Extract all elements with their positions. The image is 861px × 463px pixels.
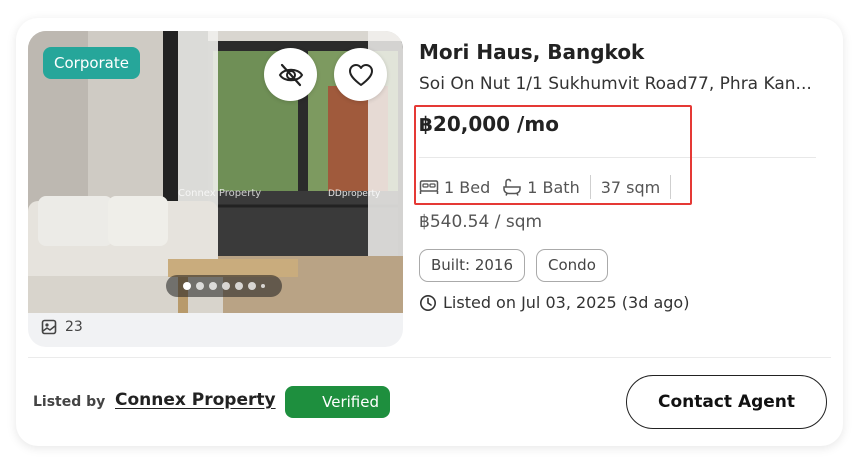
carousel-dot[interactable] (235, 282, 243, 290)
carousel-dot[interactable] (183, 282, 191, 290)
listing-address: Soi On Nut 1/1 Sukhumvit Road77, Phra Ka… (419, 74, 812, 94)
photo-count-value: 23 (65, 319, 83, 335)
listing-card[interactable]: Connex Property DDproperty Corporate 23 … (16, 18, 843, 446)
carousel-dot[interactable] (209, 282, 217, 290)
price-per-sqm: ฿540.54 / sqm (419, 212, 543, 232)
divider (28, 357, 831, 358)
carousel-dot[interactable] (261, 284, 265, 288)
carousel-indicator[interactable] (166, 275, 282, 297)
tag-built-year: Built: 2016 (419, 249, 526, 282)
eye-slash-icon (278, 63, 303, 86)
photo-count: 23 (41, 319, 83, 335)
agency-link[interactable]: Connex Property (115, 390, 276, 410)
listing-tags: Built: 2016 Condo (419, 249, 608, 282)
corporate-badge: Corporate (43, 47, 140, 79)
clock-icon (420, 294, 436, 311)
listed-by-label: Listed by (33, 394, 106, 410)
hide-listing-button[interactable] (264, 48, 317, 101)
heart-icon (348, 63, 373, 86)
listed-on-text: Listed on Jul 03, 2025 (3d ago) (443, 293, 690, 312)
verified-badge: Verified (285, 386, 390, 418)
listed-on: Listed on Jul 03, 2025 (3d ago) (419, 293, 689, 312)
highlight-box (414, 105, 692, 205)
tag-property-type: Condo (536, 249, 608, 282)
watermark-ddproperty: DDproperty (328, 189, 381, 199)
contact-agent-button[interactable]: Contact Agent (626, 375, 827, 429)
watermark-connex: Connex Property (178, 188, 261, 199)
carousel-dot[interactable] (248, 282, 256, 290)
photo-gallery[interactable]: Connex Property DDproperty Corporate 23 (28, 31, 403, 347)
favorite-button[interactable] (334, 48, 387, 101)
carousel-dot[interactable] (222, 282, 230, 290)
carousel-dot[interactable] (196, 282, 204, 290)
listing-title[interactable]: Mori Haus, Bangkok (419, 40, 644, 64)
image-icon (41, 319, 57, 335)
listing-photo[interactable]: Connex Property DDproperty Corporate (28, 31, 403, 313)
